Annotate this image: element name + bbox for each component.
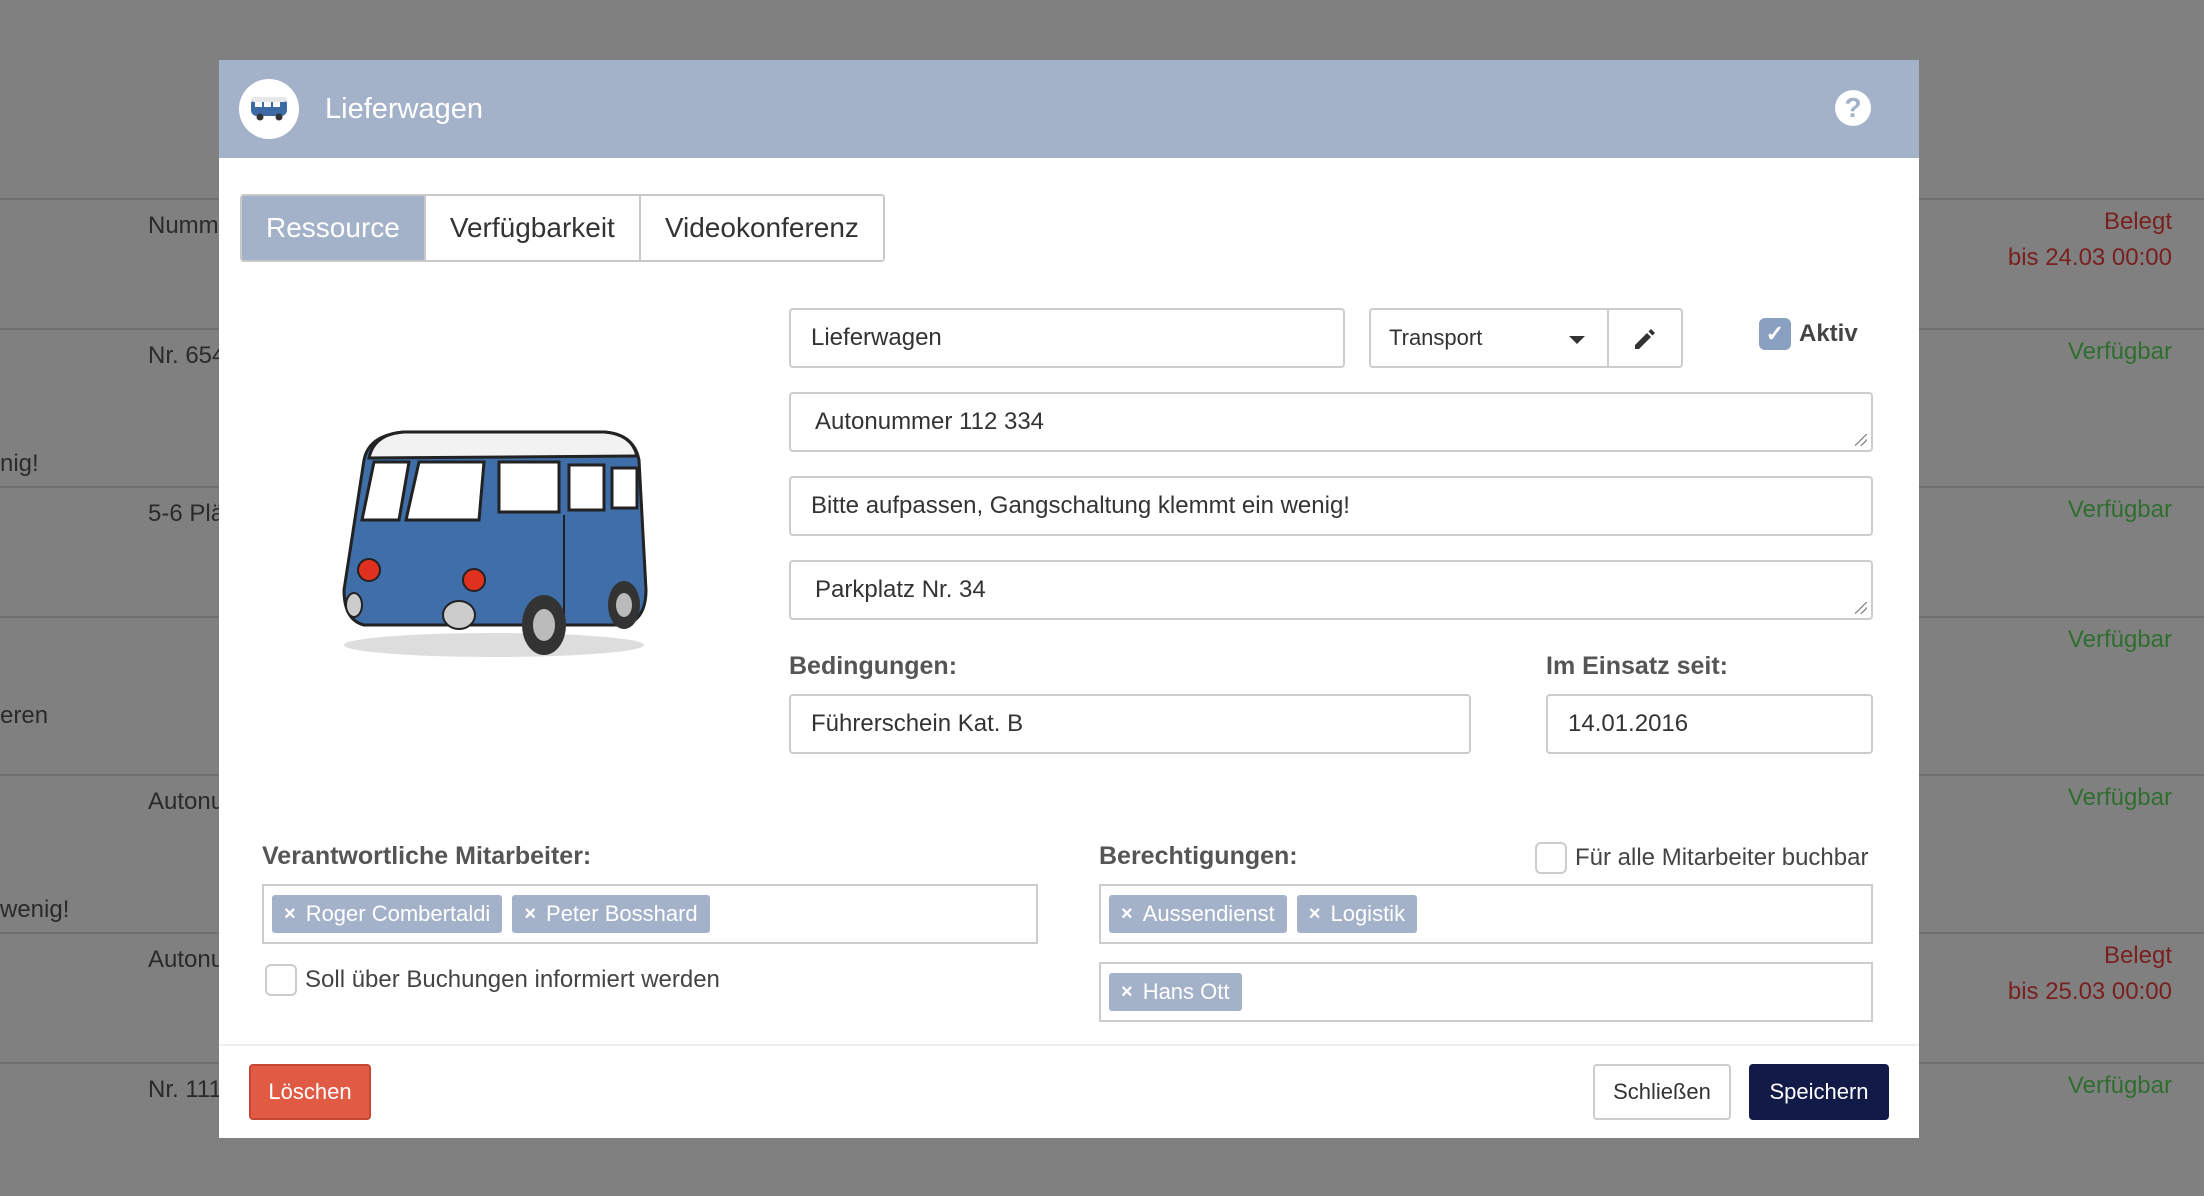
delete-button[interactable]: Löschen (249, 1064, 371, 1120)
notify-checkbox[interactable]: Soll über Buchungen informiert werden (265, 964, 720, 996)
name-input[interactable]: Lieferwagen (789, 308, 1345, 368)
status-text: Verfügbar (2067, 1072, 2172, 1099)
conditions-input[interactable]: Führerschein Kat. B (789, 694, 1471, 754)
tab-ressource[interactable]: Ressource (242, 196, 426, 260)
permission-people-tag-input[interactable]: × Hans Ott (1099, 962, 1873, 1022)
remove-tag-icon[interactable]: × (524, 903, 536, 926)
tag-aussendienst[interactable]: × Aussendienst (1109, 895, 1287, 933)
number-textarea[interactable]: Autonummer 112 334 (789, 392, 1873, 452)
check-icon: ✓ (1759, 318, 1791, 350)
footer-divider (219, 1044, 1919, 1046)
checkbox-box (265, 964, 297, 996)
status-text: Verfügbar (2067, 338, 2172, 365)
dialog-header: Lieferwagen ? (219, 60, 1919, 158)
bg-row-text: eren (0, 702, 49, 729)
status-text: Verfügbar (2067, 626, 2172, 653)
remove-tag-icon[interactable]: × (1121, 981, 1133, 1004)
remove-tag-icon[interactable]: × (1309, 903, 1321, 926)
aktiv-label: Aktiv (1799, 320, 1858, 347)
conditions-label: Bedingungen: (789, 652, 958, 680)
status-text: Belegt (2103, 208, 2172, 235)
status-text: bis 24.03 00:00 (2007, 244, 2172, 271)
van-icon (239, 79, 299, 139)
bg-row-text: Autonu (148, 788, 225, 815)
since-label: Im Einsatz seit: (1546, 652, 1728, 680)
dialog-title: Lieferwagen (325, 92, 483, 125)
permission-groups-tag-input[interactable]: × Aussendienst × Logistik (1099, 884, 1873, 944)
edit-category-button[interactable] (1607, 308, 1683, 368)
bg-row-text: Nr. 654 (148, 342, 226, 369)
bg-row-text: Autonu (148, 946, 225, 973)
location-textarea[interactable]: Parkplatz Nr. 34 (789, 560, 1873, 620)
status-text: Verfügbar (2067, 784, 2172, 811)
bg-row-text: Numm (148, 212, 219, 239)
chevron-down-icon (1569, 336, 1585, 344)
aktiv-checkbox[interactable]: ✓ Aktiv (1759, 318, 1858, 350)
tag-logistik[interactable]: × Logistik (1296, 895, 1418, 933)
note-input[interactable]: Bitte aufpassen, Gangschaltung klemmt ei… (789, 476, 1873, 536)
close-button[interactable]: Schließen (1593, 1064, 1731, 1120)
all-staff-label: Für alle Mitarbeiter buchbar (1575, 844, 1869, 871)
remove-tag-icon[interactable]: × (1121, 903, 1133, 926)
bg-row-text: Nr. 111 (148, 1076, 222, 1103)
status-text: bis 25.03 00:00 (2007, 978, 2172, 1005)
status-text: Belegt (2103, 942, 2172, 969)
tab-videokonferenz[interactable]: Videokonferenz (640, 196, 883, 260)
resource-image[interactable] (334, 420, 654, 670)
since-date-input[interactable]: 14.01.2016 (1546, 694, 1873, 754)
bg-row-text: wenig! (0, 896, 70, 923)
tab-verfuegbarkeit[interactable]: Verfügbarkeit (425, 196, 641, 260)
bg-row-text: nig! (0, 450, 39, 477)
notify-label: Soll über Buchungen informiert werden (305, 966, 720, 993)
category-value: Transport (1389, 325, 1483, 350)
all-staff-checkbox[interactable]: Für alle Mitarbeiter buchbar (1535, 842, 1868, 874)
help-icon[interactable]: ? (1835, 90, 1871, 126)
permissions-label: Berechtigungen: (1099, 842, 1298, 870)
responsible-tag-input[interactable]: × Roger Combertaldi × Peter Bosshard (262, 884, 1038, 944)
category-select[interactable]: Transport (1369, 308, 1609, 368)
checkbox-box (1535, 842, 1567, 874)
status-text: Verfügbar (2067, 496, 2172, 523)
save-button[interactable]: Speichern (1749, 1064, 1889, 1120)
tag-roger-combertaldi[interactable]: × Roger Combertaldi (272, 895, 503, 933)
tab-bar: Ressource Verfügbarkeit Videokonferenz (240, 194, 885, 262)
bg-row-text: 5-6 Plä (148, 500, 225, 527)
responsible-label: Verantwortliche Mitarbeiter: (262, 842, 592, 870)
resource-dialog: Lieferwagen ? Ressource Verfügbarkeit Vi… (219, 60, 1919, 1138)
tag-hans-ott[interactable]: × Hans Ott (1109, 973, 1242, 1011)
tag-peter-bosshard[interactable]: × Peter Bosshard (512, 895, 710, 933)
remove-tag-icon[interactable]: × (284, 903, 296, 926)
pencil-icon (1635, 329, 1655, 349)
